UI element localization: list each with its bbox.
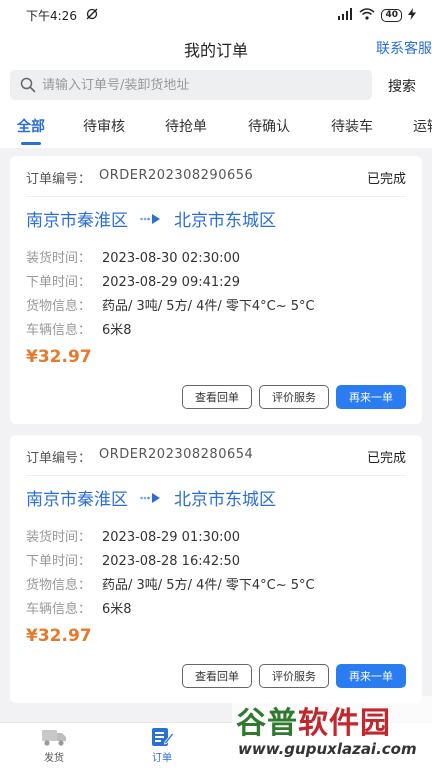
route: 南京市秦淮区 北京市东城区	[26, 485, 276, 510]
order-status-tabs: 全部 待审核 待抢单 待确认 待装车 运输	[0, 104, 432, 148]
vehicle-label: 车辆信息：	[26, 602, 92, 617]
nav-orders[interactable]: 订单	[132, 727, 192, 764]
load-time-row: 装货时间： 2023-08-29 01:30:00	[26, 526, 240, 545]
load-time-row: 装货时间： 2023-08-30 02:30:00	[26, 247, 240, 266]
load-time-label: 装货时间：	[26, 530, 92, 545]
order-list-icon	[152, 728, 174, 746]
search-bar: 搜索	[0, 68, 432, 104]
nav-ship[interactable]: 发货	[24, 727, 84, 764]
order-card[interactable]: 订单编号： ORDER202308280654 已完成 南京市秦淮区 北京市东城…	[10, 435, 422, 703]
rate-service-button[interactable]: 评价服务	[259, 385, 329, 409]
tab-pending-loading[interactable]: 待装车	[331, 116, 373, 136]
vehicle-value: 6米8	[102, 602, 132, 617]
search-icon	[20, 77, 36, 93]
page-title: 我的订单	[183, 41, 248, 60]
order-status: 已完成	[366, 172, 406, 187]
order-time-value: 2023-08-28 16:42:50	[102, 554, 241, 569]
order-status: 已完成	[366, 451, 406, 466]
load-time-value: 2023-08-30 02:30:00	[102, 251, 241, 266]
charging-icon	[408, 7, 416, 23]
order-price: ¥32.97	[26, 626, 92, 646]
vehicle-label: 车辆信息：	[26, 323, 92, 338]
route-origin: 南京市秦淮区	[26, 211, 128, 231]
watermark-brand: 谷普软件园	[236, 698, 391, 742]
search-box[interactable]	[10, 70, 372, 100]
contact-service-link[interactable]: 联系客服	[376, 38, 432, 58]
route-origin: 南京市秦淮区	[26, 490, 128, 510]
route-destination: 北京市东城区	[174, 490, 276, 510]
cargo-value: 药品/ 3吨/ 5方/ 4件/ 零下4°C~ 5°C	[102, 299, 315, 314]
order-time-value: 2023-08-29 09:41:29	[102, 275, 241, 290]
reorder-button[interactable]: 再来一单	[336, 385, 406, 409]
status-bar: 下午4:26 40	[0, 0, 432, 30]
wifi-icon	[359, 7, 375, 23]
cargo-row: 货物信息： 药品/ 3吨/ 5方/ 4件/ 零下4°C~ 5°C	[26, 295, 315, 314]
tab-pending-review[interactable]: 待审核	[83, 116, 125, 136]
alarm-off-icon	[85, 7, 99, 24]
nav-ship-label: 发货	[44, 753, 64, 764]
cargo-row: 货物信息： 药品/ 3吨/ 5方/ 4件/ 零下4°C~ 5°C	[26, 574, 315, 593]
order-time-label: 下单时间：	[26, 275, 92, 290]
load-time-label: 装货时间：	[26, 251, 92, 266]
order-time-label: 下单时间：	[26, 554, 92, 569]
order-no-label: 订单编号：	[26, 172, 92, 187]
load-time-value: 2023-08-29 01:30:00	[102, 530, 241, 545]
tab-pending-grab[interactable]: 待抢单	[165, 116, 207, 136]
order-time-row: 下单时间： 2023-08-29 09:41:29	[26, 271, 240, 290]
view-receipt-button[interactable]: 查看回单	[182, 385, 252, 409]
vehicle-value: 6米8	[102, 323, 132, 338]
vehicle-row: 车辆信息： 6米8	[26, 319, 132, 338]
status-time: 下午4:26	[26, 8, 77, 23]
route: 南京市秦淮区 北京市东城区	[26, 206, 276, 231]
reorder-button[interactable]: 再来一单	[336, 664, 406, 688]
tab-pending-confirm[interactable]: 待确认	[248, 116, 290, 136]
page-header: 我的订单 联系客服	[0, 30, 432, 68]
battery-level: 40	[381, 8, 402, 22]
divider	[26, 196, 406, 197]
cargo-value: 药品/ 3吨/ 5方/ 4件/ 零下4°C~ 5°C	[102, 578, 315, 593]
cargo-label: 货物信息：	[26, 578, 92, 593]
watermark-brand-part2: 软件园	[298, 706, 391, 741]
route-arrow-icon	[140, 492, 162, 504]
tab-all[interactable]: 全部	[17, 116, 45, 145]
order-no-label: 订单编号：	[26, 451, 92, 466]
order-price: ¥32.97	[26, 347, 92, 367]
search-input[interactable]	[42, 77, 342, 93]
search-button[interactable]: 搜索	[388, 76, 416, 96]
truck-icon	[42, 730, 66, 746]
order-number: ORDER202308290656	[99, 168, 254, 183]
site-watermark: 谷普软件园 www.gupuxlazai.com	[232, 696, 432, 768]
divider	[26, 475, 406, 476]
cargo-label: 货物信息：	[26, 299, 92, 314]
route-destination: 北京市东城区	[174, 211, 276, 231]
tab-in-transit[interactable]: 运输	[413, 116, 432, 136]
route-arrow-icon	[140, 213, 162, 225]
order-time-row: 下单时间： 2023-08-28 16:42:50	[26, 550, 240, 569]
nav-orders-label: 订单	[152, 753, 172, 764]
rate-service-button[interactable]: 评价服务	[259, 664, 329, 688]
vehicle-row: 车辆信息： 6米8	[26, 598, 132, 617]
view-receipt-button[interactable]: 查看回单	[182, 664, 252, 688]
watermark-brand-part1: 谷普	[236, 706, 298, 741]
order-number: ORDER202308280654	[99, 447, 254, 462]
watermark-url: www.gupuxlazai.com	[238, 740, 417, 758]
signal-icon	[337, 7, 353, 23]
order-card[interactable]: 订单编号： ORDER202308290656 已完成 南京市秦淮区 北京市东城…	[10, 156, 422, 424]
